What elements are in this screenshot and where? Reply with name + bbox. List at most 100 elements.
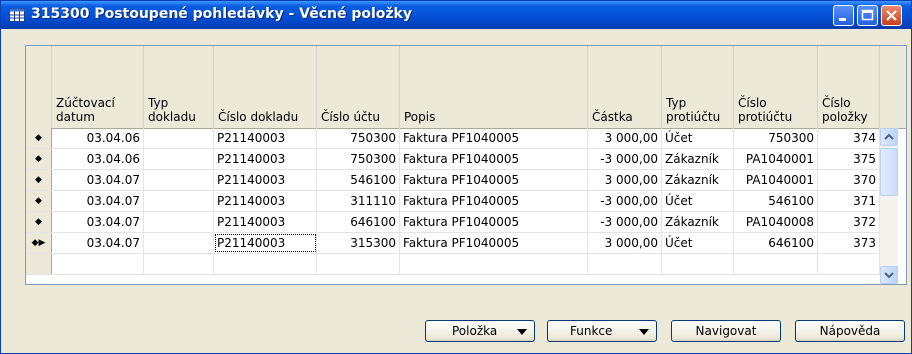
- cell-date[interactable]: 03.04.07: [52, 191, 144, 211]
- cell-amount[interactable]: -3 000,00: [588, 191, 662, 211]
- cell-entry-no[interactable]: 374: [818, 128, 880, 148]
- row-marker[interactable]: ◆: [26, 128, 52, 148]
- ledger-entries-table[interactable]: Zúčtovací datum Typ dokladu Číslo doklad…: [25, 45, 907, 285]
- table-row[interactable]: [26, 254, 880, 275]
- row-marker[interactable]: ◆: [26, 212, 52, 232]
- cell-bal-type[interactable]: Účet: [662, 191, 734, 211]
- cell-doc-type[interactable]: [144, 191, 214, 211]
- cell-bal-type[interactable]: Účet: [662, 233, 734, 253]
- row-marker[interactable]: ◆▶: [26, 233, 52, 253]
- cell-amount[interactable]: 3 000,00: [588, 233, 662, 253]
- cell-bal-acc[interactable]: 750300: [734, 128, 818, 148]
- cell-bal-type[interactable]: Zákazník: [662, 149, 734, 169]
- table-row[interactable]: ◆▶ 03.04.07 P21140003 315300 Faktura PF10400…: [26, 233, 880, 254]
- polozka-menu-button[interactable]: Položka: [425, 320, 535, 342]
- cell-doc-no[interactable]: P21140003: [214, 128, 317, 148]
- vertical-scrollbar[interactable]: [880, 128, 898, 284]
- cell-bal-type[interactable]: Zákazník: [662, 212, 734, 232]
- window-title: 315300 Postoupené pohledávky - Věcné pol…: [31, 6, 412, 22]
- cell-bal-acc[interactable]: 646100: [734, 233, 818, 253]
- cell-date[interactable]: 03.04.06: [52, 128, 144, 148]
- table-row[interactable]: ◆ 03.04.06 P21140003 750300 Faktura PF104000…: [26, 128, 880, 149]
- cell-bal-type[interactable]: [662, 254, 734, 274]
- cell-doc-no[interactable]: [214, 254, 317, 274]
- scroll-thumb[interactable]: [880, 148, 898, 196]
- funkce-menu-button[interactable]: Funkce: [547, 320, 657, 342]
- row-marker[interactable]: ◆: [26, 149, 52, 169]
- cell-entry-no[interactable]: 370: [818, 170, 880, 190]
- cell-desc[interactable]: Faktura PF1040005: [400, 212, 588, 232]
- table-row[interactable]: ◆ 03.04.07 P21140003 546100 Faktura PF104000…: [26, 170, 880, 191]
- cell-doc-type[interactable]: [144, 128, 214, 148]
- cell-desc[interactable]: Faktura PF1040005: [400, 149, 588, 169]
- napoveda-button[interactable]: Nápověda: [795, 320, 905, 342]
- maximize-button[interactable]: [857, 5, 878, 26]
- cell-amount[interactable]: -3 000,00: [588, 212, 662, 232]
- scroll-down-button[interactable]: [880, 266, 898, 284]
- close-button[interactable]: [881, 5, 902, 26]
- cell-desc[interactable]: Faktura PF1040005: [400, 191, 588, 211]
- cell-account[interactable]: 546100: [317, 170, 400, 190]
- column-header-bal-account[interactable]: Číslo protiúčtu: [734, 46, 818, 128]
- cell-bal-acc[interactable]: PA1040008: [734, 212, 818, 232]
- cell-entry-no[interactable]: 373: [818, 233, 880, 253]
- column-header-doc-no[interactable]: Číslo dokladu: [214, 46, 317, 128]
- cell-amount[interactable]: 3 000,00: [588, 170, 662, 190]
- minimize-button[interactable]: [833, 5, 854, 26]
- cell-desc[interactable]: Faktura PF1040005: [400, 233, 588, 253]
- column-header-date[interactable]: Zúčtovací datum: [52, 46, 144, 128]
- cell-desc[interactable]: Faktura PF1040005: [400, 170, 588, 190]
- cell-account[interactable]: [317, 254, 400, 274]
- scroll-up-button[interactable]: [880, 128, 898, 146]
- cell-bal-type[interactable]: Zákazník: [662, 170, 734, 190]
- cell-doc-type[interactable]: [144, 149, 214, 169]
- cell-amount[interactable]: -3 000,00: [588, 149, 662, 169]
- row-marker[interactable]: [26, 254, 52, 274]
- cell-date[interactable]: 03.04.06: [52, 149, 144, 169]
- cell-account[interactable]: 311110: [317, 191, 400, 211]
- column-header-bal-type[interactable]: Typ protiúčtu: [662, 46, 734, 128]
- cell-entry-no[interactable]: 372: [818, 212, 880, 232]
- cell-entry-no[interactable]: 371: [818, 191, 880, 211]
- cell-doc-type[interactable]: [144, 254, 214, 274]
- column-header-entry-no[interactable]: Číslo položky: [818, 46, 880, 128]
- column-header-amount[interactable]: Částka: [588, 46, 662, 128]
- cell-entry-no[interactable]: 375: [818, 149, 880, 169]
- row-marker[interactable]: ◆: [26, 191, 52, 211]
- cell-account[interactable]: 315300: [317, 233, 400, 253]
- cell-date[interactable]: 03.04.07: [52, 212, 144, 232]
- cell-doc-type[interactable]: [144, 212, 214, 232]
- cell-bal-acc[interactable]: PA1040001: [734, 149, 818, 169]
- cell-bal-acc[interactable]: 546100: [734, 191, 818, 211]
- table-row[interactable]: ◆ 03.04.07 P21140003 646100 Faktura PF104000…: [26, 212, 880, 233]
- cell-bal-acc[interactable]: [734, 254, 818, 274]
- table-row[interactable]: ◆ 03.04.06 P21140003 750300 Faktura PF104000…: [26, 149, 880, 170]
- title-bar[interactable]: 315300 Postoupené pohledávky - Věcné pol…: [1, 1, 911, 29]
- cell-desc[interactable]: Faktura PF1040005: [400, 128, 588, 148]
- cell-doc-no[interactable]: P21140003: [214, 233, 317, 253]
- cell-doc-no[interactable]: P21140003: [214, 191, 317, 211]
- cell-doc-no[interactable]: P21140003: [214, 212, 317, 232]
- navigovat-button[interactable]: Navigovat: [671, 320, 781, 342]
- cell-doc-type[interactable]: [144, 233, 214, 253]
- column-header-account[interactable]: Číslo účtu: [317, 46, 400, 128]
- cell-date[interactable]: 03.04.07: [52, 170, 144, 190]
- cell-doc-type[interactable]: [144, 170, 214, 190]
- cell-desc[interactable]: [400, 254, 588, 274]
- cell-doc-no[interactable]: P21140003: [214, 170, 317, 190]
- cell-entry-no[interactable]: [818, 254, 880, 274]
- cell-amount[interactable]: 3 000,00: [588, 128, 662, 148]
- cell-date[interactable]: [52, 254, 144, 274]
- cell-bal-type[interactable]: Účet: [662, 128, 734, 148]
- table-row[interactable]: ◆ 03.04.07 P21140003 311110 Faktura PF104000…: [26, 191, 880, 212]
- column-header-description[interactable]: Popis: [400, 46, 588, 128]
- cell-doc-no[interactable]: P21140003: [214, 149, 317, 169]
- cell-amount[interactable]: [588, 254, 662, 274]
- row-marker[interactable]: ◆: [26, 170, 52, 190]
- cell-account[interactable]: 750300: [317, 128, 400, 148]
- cell-date[interactable]: 03.04.07: [52, 233, 144, 253]
- column-header-doc-type[interactable]: Typ dokladu: [144, 46, 214, 128]
- cell-account[interactable]: 750300: [317, 149, 400, 169]
- cell-bal-acc[interactable]: PA1040001: [734, 170, 818, 190]
- cell-account[interactable]: 646100: [317, 212, 400, 232]
